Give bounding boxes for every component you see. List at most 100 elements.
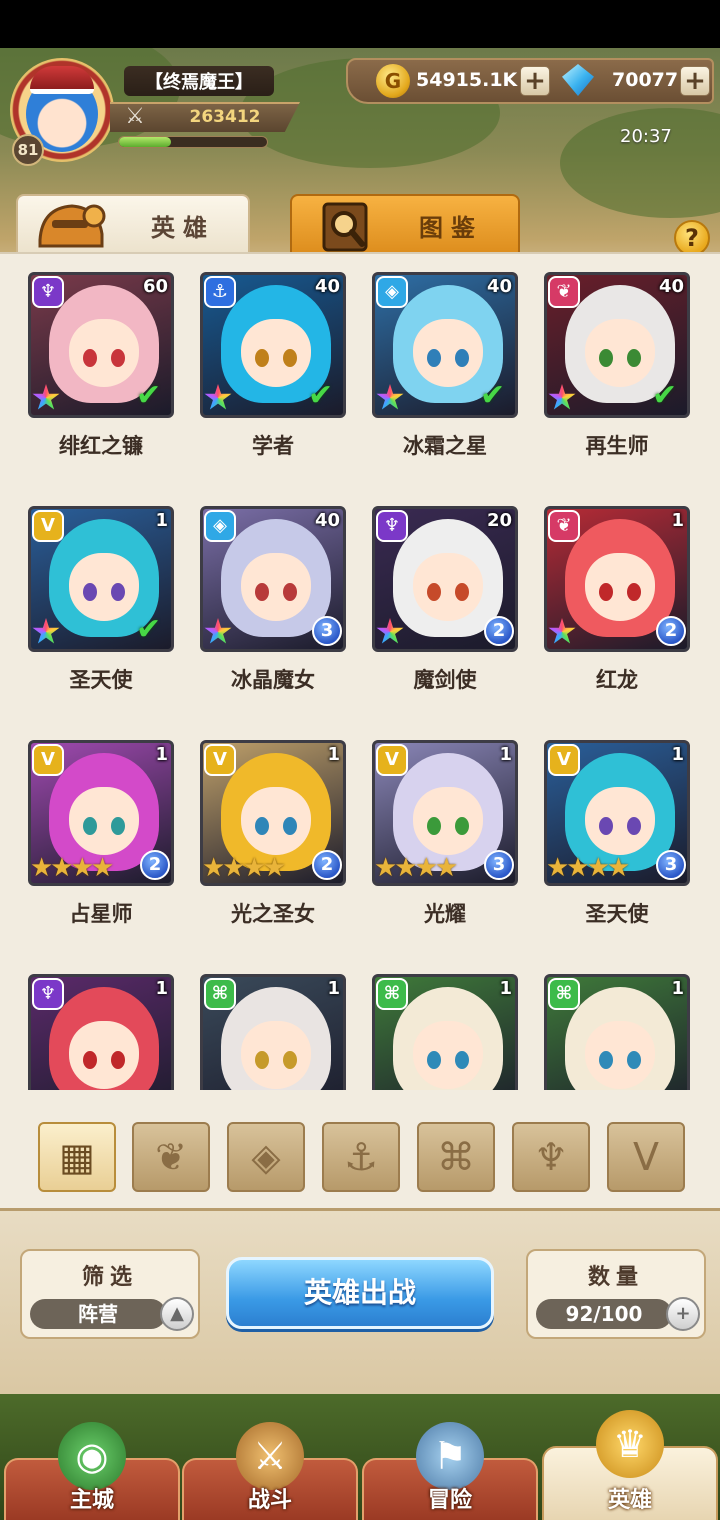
hero-eye: [455, 349, 469, 367]
map-icon: ⚑: [416, 1422, 484, 1490]
filter-horns-button[interactable]: V: [607, 1122, 685, 1192]
add-gems-button[interactable]: +: [680, 66, 710, 96]
hero-eye: [455, 817, 469, 835]
hero-card[interactable]: ◈ 40 ✔: [372, 272, 518, 418]
hero-eye: [111, 1051, 125, 1069]
expand-capacity-button[interactable]: +: [666, 1297, 700, 1331]
helmet-icon: [38, 204, 106, 248]
hero-face: [413, 553, 483, 621]
hero-level: 20: [486, 510, 512, 531]
filter-anchor-button[interactable]: ⚓: [322, 1122, 400, 1192]
nav-tab-2[interactable]: ⚔ 战斗: [182, 1422, 358, 1520]
tab-codex[interactable]: 图鉴: [290, 194, 520, 254]
hero-eye: [627, 349, 641, 367]
hero-card[interactable]: ❦ 40 ✔: [544, 272, 690, 418]
star-rating: ★★★★: [546, 853, 630, 883]
star-rating: ★★★★: [30, 853, 114, 883]
help-button[interactable]: ?: [674, 220, 710, 256]
hero-card[interactable]: ⌘ 1: [200, 974, 346, 1090]
player-level-badge: 81: [12, 134, 44, 166]
status-bar: [0, 0, 720, 48]
hero-face: [413, 787, 483, 855]
nav-tab-4[interactable]: ♛ 英雄: [542, 1410, 718, 1520]
hero-eye: [427, 583, 441, 601]
tab-heroes[interactable]: 英雄: [16, 194, 250, 254]
nav-label: 英雄: [607, 1488, 652, 1513]
game-screen: 81 【终焉魔王】 ⚔ 263412 G 54915.1K + 70077 + …: [0, 48, 720, 1520]
hero-name: 红龙: [596, 668, 638, 692]
hero-eye: [627, 1051, 641, 1069]
hero-eye: [255, 583, 269, 601]
hero-card[interactable]: V 1 ★★★★ 2: [200, 740, 346, 886]
hero-card[interactable]: ♆ 1: [28, 974, 174, 1090]
magnifier-book-icon: [322, 202, 368, 252]
hero-eye: [111, 349, 125, 367]
exp-bar-fill: [119, 137, 171, 147]
hero-face: [69, 1021, 139, 1089]
hero-eye: [83, 349, 97, 367]
checkmark-icon: ✔: [136, 612, 162, 647]
hero-level: 60: [142, 276, 168, 297]
hero-icon: ♛: [596, 1410, 664, 1478]
add-gold-button[interactable]: +: [520, 66, 550, 96]
hero-eye: [599, 349, 613, 367]
hero-card[interactable]: ♆ 20 2: [372, 506, 518, 652]
filter-value[interactable]: 阵营: [30, 1299, 166, 1329]
purple-faction-icon: ♆: [32, 978, 64, 1010]
hero-card[interactable]: V 1 ★★★★ 3: [372, 740, 518, 886]
hero-face: [69, 553, 139, 621]
beast-icon: ⌘: [437, 1135, 475, 1179]
hero-level: 1: [671, 978, 684, 999]
hero-eye: [599, 817, 613, 835]
hero-card[interactable]: V 1 ★★★★ 3: [544, 740, 690, 886]
foliage-decoration: [560, 108, 720, 218]
hero-level: 40: [314, 276, 340, 297]
hero-card[interactable]: V 1 ✔: [28, 506, 174, 652]
tab-codex-label: 图鉴: [419, 214, 483, 242]
hero-eye: [627, 583, 641, 601]
filter-demon-button[interactable]: ♆: [512, 1122, 590, 1192]
chevron-up-icon[interactable]: ▲: [160, 1297, 194, 1331]
hero-face: [413, 1021, 483, 1089]
hero-card[interactable]: ⚓ 40 ✔: [200, 272, 346, 418]
purple-faction-icon: ♆: [376, 510, 408, 542]
hero-card[interactable]: ⌘ 1: [544, 974, 690, 1090]
nav-tab-1[interactable]: ◉ 主城: [4, 1422, 180, 1520]
grade-badge: 2: [312, 850, 342, 880]
filter-all-button[interactable]: ▦: [38, 1122, 116, 1192]
cyan-faction-icon: ◈: [376, 276, 408, 308]
filter-leaf-button[interactable]: ❦: [132, 1122, 210, 1192]
player-info-plate: 【终焉魔王】 ⚔ 263412: [110, 66, 300, 152]
gold-faction-icon: V: [32, 744, 64, 776]
nav-label: 主城: [69, 1488, 114, 1513]
hero-grid: ♆ 60 ✔ 绯红之镰 ⚓ 40 ✔ 学者 ◈ 40 ✔ 冰霜之星 ❦ 40 ✔ 再生师 V 1 ✔ 圣天使 ◈ 40 3 冰…: [0, 264, 720, 1090]
filter-beast-button[interactable]: ⌘: [417, 1122, 495, 1192]
gold-faction-icon: V: [204, 744, 236, 776]
hero-card[interactable]: ⌘ 1: [372, 974, 518, 1090]
grade-badge: 2: [656, 616, 686, 646]
star-rating: ★★★★: [374, 853, 458, 883]
grade-badge: 2: [140, 850, 170, 880]
pink-faction-icon: ❦: [548, 276, 580, 308]
hero-eye: [283, 1051, 297, 1069]
nav-tab-3[interactable]: ⚑ 冒险: [362, 1422, 538, 1520]
hero-eye: [599, 1051, 613, 1069]
hero-level: 1: [327, 978, 340, 999]
hero-card[interactable]: ♆ 60 ✔: [28, 272, 174, 418]
checkmark-icon: ✔: [136, 378, 162, 413]
filter-diamond-button[interactable]: ◈: [227, 1122, 305, 1192]
hero-card[interactable]: V 1 ★★★★ 2: [28, 740, 174, 886]
deploy-heroes-button[interactable]: 英雄出战: [226, 1257, 494, 1329]
hero-card[interactable]: ❦ 1 2: [544, 506, 690, 652]
filter-title: 筛选: [81, 1265, 138, 1290]
hero-face: [585, 1021, 655, 1089]
hero-card[interactable]: ◈ 40 3: [200, 506, 346, 652]
hero-eye: [427, 349, 441, 367]
hero-level: 1: [499, 978, 512, 999]
hero-eye: [455, 1051, 469, 1069]
hero-eye: [283, 817, 297, 835]
hero-eye: [455, 583, 469, 601]
clock: 20:37: [620, 126, 672, 147]
demon-icon: ♆: [533, 1135, 569, 1179]
leaf-icon: ❦: [155, 1135, 187, 1179]
